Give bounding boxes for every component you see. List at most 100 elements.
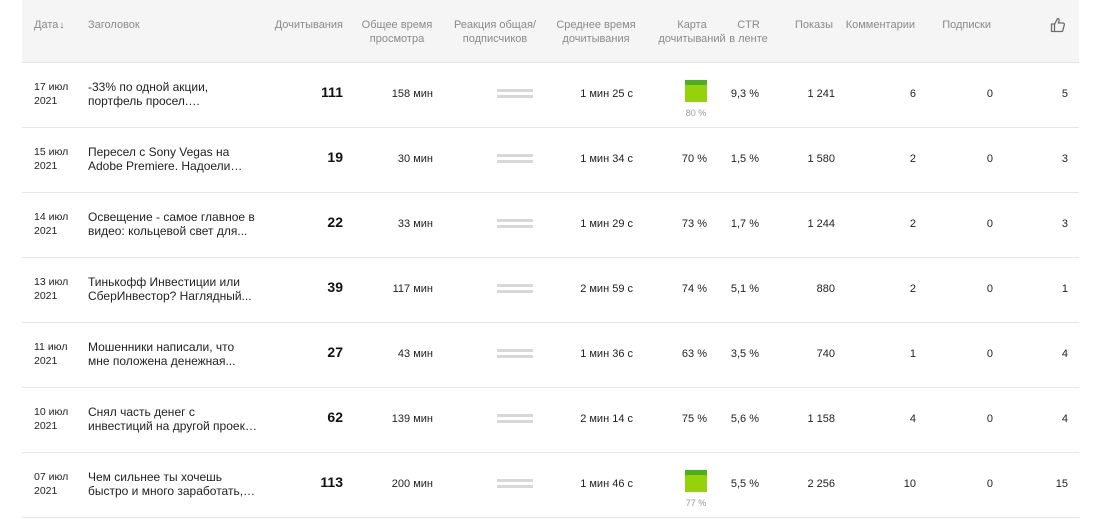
row-likes: 3 bbox=[1061, 218, 1068, 230]
stats-table: Дата↓ Заголовок Дочитывания Общее время … bbox=[22, 0, 1079, 518]
header-map-line1: Карта bbox=[677, 19, 707, 31]
row-map-visual[interactable]: 80 % bbox=[685, 80, 707, 120]
row-likes: 15 bbox=[1055, 478, 1068, 490]
row-reads: 22 bbox=[327, 214, 343, 230]
header-reaction-line1: Реакция общая/ bbox=[454, 19, 536, 31]
table-row[interactable]: 11 июл 2021 Мошенники написали, что мне п… bbox=[22, 323, 1079, 388]
sort-arrow-down-icon: ↓ bbox=[59, 20, 65, 31]
row-reaction-placeholder bbox=[497, 414, 533, 426]
row-title[interactable]: Мошенники написали, что мне положена ден… bbox=[88, 340, 258, 368]
header-total-time-line1: Общее время bbox=[361, 19, 433, 31]
row-map: 73 % bbox=[681, 218, 707, 230]
row-total-time: 139 мин bbox=[391, 413, 433, 425]
header-date[interactable]: Дата↓ bbox=[34, 18, 64, 33]
row-map: 74 % bbox=[681, 283, 707, 295]
header-reaction[interactable]: Реакция общая/ подписчиков bbox=[447, 18, 543, 46]
row-date: 17 июл 2021 bbox=[34, 81, 69, 107]
map-percent-label: 80 % bbox=[685, 108, 707, 118]
row-ctr: 9,3 % bbox=[730, 88, 759, 100]
header-reaction-line2: подписчиков bbox=[462, 33, 528, 45]
header-ctr-line1: CTR bbox=[737, 19, 760, 31]
row-total-time: 200 мин bbox=[391, 478, 433, 490]
header-date-label: Дата bbox=[34, 19, 59, 31]
row-date: 13 июл 2021 bbox=[34, 276, 69, 302]
table-row[interactable]: 15 июл 2021 Пересел с Sony Vegas на Adobe… bbox=[22, 128, 1079, 193]
row-avg-time: 1 мин 29 с bbox=[580, 218, 633, 230]
row-map: 63 % bbox=[681, 348, 707, 360]
row-avg-time: 2 мин 59 с bbox=[580, 283, 633, 295]
row-title[interactable]: -33% по одной акции, портфель просел. Ин… bbox=[88, 80, 258, 108]
header-subs[interactable]: Подписки bbox=[932, 18, 991, 32]
header-total-time-line2: просмотра bbox=[369, 33, 425, 45]
row-likes: 5 bbox=[1061, 88, 1068, 100]
row-shows: 880 bbox=[816, 283, 835, 295]
row-reaction-placeholder bbox=[497, 479, 533, 491]
row-reads: 113 bbox=[320, 474, 343, 490]
row-subs: 0 bbox=[986, 153, 993, 165]
row-reaction-placeholder bbox=[497, 284, 533, 296]
row-ctr: 5,5 % bbox=[730, 478, 759, 490]
row-total-time: 30 мин bbox=[397, 153, 433, 165]
row-map: 70 % bbox=[681, 153, 707, 165]
header-total-time[interactable]: Общее время просмотра bbox=[357, 18, 437, 46]
row-title[interactable]: Освещение - самое главное в видео: кольц… bbox=[88, 210, 258, 238]
row-subs: 0 bbox=[986, 88, 993, 100]
row-subs: 0 bbox=[986, 348, 993, 360]
table-row[interactable]: 17 июл 2021 -33% по одной акции, портфель… bbox=[22, 62, 1079, 128]
row-comments: 4 bbox=[909, 413, 916, 425]
row-total-time: 117 мин bbox=[392, 283, 433, 295]
row-ctr: 1,7 % bbox=[730, 218, 759, 230]
row-shows: 2 256 bbox=[807, 478, 835, 490]
row-date: 15 июл 2021 bbox=[34, 146, 69, 172]
row-avg-time: 1 мин 46 с bbox=[580, 478, 633, 490]
table-row[interactable]: 10 июл 2021 Снял часть денег с инвестиций… bbox=[22, 388, 1079, 453]
row-title[interactable]: Чем сильнее ты хочешь быстро и много зар… bbox=[88, 470, 258, 498]
table-row[interactable]: 07 июл 2021 Чем сильнее ты хочешь быстро … bbox=[22, 453, 1079, 518]
row-shows: 740 bbox=[816, 348, 835, 360]
row-shows: 1 244 bbox=[807, 218, 835, 230]
header-ctr[interactable]: CTR в ленте bbox=[722, 18, 775, 46]
row-subs: 0 bbox=[986, 478, 993, 490]
row-map: 75 % bbox=[681, 413, 707, 425]
table-row[interactable]: 13 июл 2021 Тинькофф Инвестиции или СберИ… bbox=[22, 258, 1079, 323]
table-row[interactable]: 14 июл 2021 Освещение - самое главное в в… bbox=[22, 193, 1079, 258]
row-ctr: 5,6 % bbox=[730, 413, 759, 425]
row-shows: 1 241 bbox=[807, 88, 835, 100]
header-title[interactable]: Заголовок bbox=[88, 18, 140, 32]
header-reads[interactable]: Дочитывания bbox=[262, 18, 343, 32]
row-reaction-placeholder bbox=[497, 154, 533, 166]
row-title[interactable]: Снял часть денег с инвестиций на другой … bbox=[88, 405, 258, 433]
header-comments[interactable]: Комментарии bbox=[837, 18, 915, 32]
row-shows: 1 158 bbox=[807, 413, 835, 425]
row-ctr: 3,5 % bbox=[730, 348, 759, 360]
row-comments: 6 bbox=[909, 88, 916, 100]
row-comments: 2 bbox=[909, 153, 916, 165]
row-total-time: 43 мин bbox=[397, 348, 433, 360]
row-comments: 1 bbox=[909, 348, 916, 360]
row-subs: 0 bbox=[986, 413, 993, 425]
row-map-visual[interactable]: 77 % bbox=[685, 470, 707, 510]
header-map-line2: дочитываний bbox=[658, 33, 726, 45]
row-reads: 19 bbox=[327, 149, 343, 165]
row-comments: 2 bbox=[909, 218, 916, 230]
row-reads: 39 bbox=[327, 279, 343, 295]
header-map[interactable]: Карта дочитываний bbox=[652, 18, 732, 46]
table-header: Дата↓ Заголовок Дочитывания Общее время … bbox=[22, 0, 1079, 62]
row-reaction-placeholder bbox=[497, 349, 533, 361]
row-avg-time: 1 мин 34 с bbox=[580, 153, 633, 165]
header-shows[interactable]: Показы bbox=[782, 18, 833, 32]
map-thumbnail bbox=[685, 80, 707, 102]
row-title[interactable]: Тинькофф Инвестиции или СберИнвестор? На… bbox=[88, 275, 258, 303]
header-avg-time[interactable]: Среднее время дочитывания bbox=[552, 18, 640, 46]
header-avg-time-line2: дочитывания bbox=[562, 33, 630, 45]
row-avg-time: 2 мин 14 с bbox=[580, 413, 633, 425]
row-likes: 3 bbox=[1061, 153, 1068, 165]
row-subs: 0 bbox=[986, 218, 993, 230]
row-title[interactable]: Пересел с Sony Vegas на Adobe Premiere. … bbox=[88, 145, 258, 173]
row-avg-time: 1 мин 25 с bbox=[580, 88, 633, 100]
row-date: 14 июл 2021 bbox=[34, 211, 69, 237]
thumbs-up-icon[interactable] bbox=[1050, 17, 1066, 33]
row-reads: 27 bbox=[327, 344, 343, 360]
row-shows: 1 580 bbox=[807, 153, 835, 165]
row-total-time: 33 мин bbox=[397, 218, 433, 230]
